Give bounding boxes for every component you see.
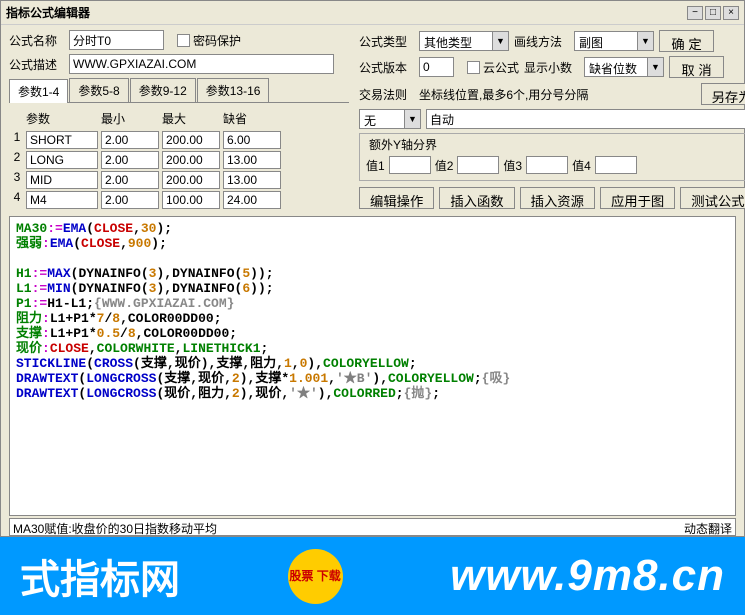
param-def-input[interactable] [223, 131, 281, 149]
coord-label: 坐标线位置,最多6个,用分号分隔 [419, 86, 696, 103]
tab-params-13-16[interactable]: 参数13-16 [197, 78, 270, 102]
password-label: 密码保护 [193, 32, 241, 49]
extra-axis-fieldset: 额外Y轴分界 值1 值2 值3 值4 [359, 133, 745, 181]
chevron-down-icon: ▼ [647, 58, 663, 76]
param-tabs: 参数1-4 参数5-8 参数9-12 参数13-16 [9, 78, 349, 103]
formula-desc-input[interactable] [69, 54, 334, 74]
window-title: 指标公式编辑器 [6, 4, 90, 21]
hdr-min: 最小 [101, 108, 159, 129]
top-form: 公式名称 密码保护 公式描述 参数1-4 参数5-8 参数9-12 参数13-1… [1, 25, 744, 214]
saveas-button[interactable]: 另存为 [701, 83, 745, 105]
tab-params-9-12[interactable]: 参数9-12 [130, 78, 196, 102]
v1-input[interactable] [389, 156, 431, 174]
insert-res-button[interactable]: 插入资源 [520, 187, 595, 209]
status-right: 动态翻译 [684, 520, 732, 534]
maximize-icon[interactable]: □ [705, 6, 721, 20]
hdr-def: 缺省 [223, 108, 281, 129]
row-num: 1 [11, 128, 23, 146]
draw-label: 画线方法 [514, 33, 569, 50]
v4-input[interactable] [595, 156, 637, 174]
trade-select1[interactable]: 无 ▼ [359, 109, 421, 129]
titlebar: 指标公式编辑器 − □ × [1, 1, 744, 25]
hdr-max: 最大 [162, 108, 220, 129]
edit-op-button[interactable]: 编辑操作 [359, 187, 434, 209]
v3-label: 值3 [503, 157, 522, 174]
watermark-banner: 式指标网 股票 下载 www.9m8.cn [0, 537, 745, 615]
param-min-input[interactable] [101, 131, 159, 149]
param-min-input[interactable] [101, 151, 159, 169]
coord-input[interactable] [426, 109, 745, 129]
param-def-input[interactable] [223, 151, 281, 169]
cloud-checkbox[interactable] [467, 61, 480, 74]
banner-url: www.9m8.cn [450, 551, 725, 601]
trade-label: 交易法则 [359, 86, 414, 103]
decimal-label: 显示小数 [524, 59, 579, 76]
test-button[interactable]: 测试公式 [680, 187, 745, 209]
param-def-input[interactable] [223, 191, 281, 209]
param-name-input[interactable] [26, 151, 98, 169]
row-num: 2 [11, 148, 23, 166]
insert-func-button[interactable]: 插入函数 [439, 187, 514, 209]
formula-editor-window: 指标公式编辑器 − □ × 公式名称 密码保护 公式描述 参数1-4 [0, 0, 745, 537]
row-num: 3 [11, 168, 23, 186]
tab-params-5-8[interactable]: 参数5-8 [69, 78, 128, 102]
chevron-down-icon: ▼ [637, 32, 653, 50]
desc-label: 公式描述 [9, 56, 64, 73]
v3-input[interactable] [526, 156, 568, 174]
cloud-label: 云公式 [483, 59, 519, 76]
formula-code-editor[interactable]: MA30:=EMA(CLOSE,30); 强弱:EMA(CLOSE,900); … [9, 216, 736, 516]
v2-label: 值2 [435, 157, 454, 174]
tab-params-1-4[interactable]: 参数1-4 [9, 79, 68, 103]
password-checkbox[interactable] [177, 34, 190, 47]
param-max-input[interactable] [162, 171, 220, 189]
banner-logo-icon: 股票 下载 [288, 549, 343, 604]
param-max-input[interactable] [162, 131, 220, 149]
status-bar: MA30赋值:收盘价的30日指数移动平均 动态翻译 [9, 518, 736, 536]
param-name-input[interactable] [26, 191, 98, 209]
param-min-input[interactable] [101, 191, 159, 209]
hdr-name: 参数 [26, 108, 98, 129]
row-num: 4 [11, 188, 23, 206]
banner-left: 式指标网 [20, 547, 180, 605]
v2-input[interactable] [457, 156, 499, 174]
param-def-input[interactable] [223, 171, 281, 189]
status-text: MA30赋值:收盘价的30日指数移动平均 [13, 520, 217, 534]
type-label: 公式类型 [359, 33, 414, 50]
apply-button[interactable]: 应用于图 [600, 187, 675, 209]
cancel-button[interactable]: 取 消 [669, 56, 724, 78]
minimize-icon[interactable]: − [687, 6, 703, 20]
decimal-select[interactable]: 缺省位数 ▼ [584, 57, 664, 77]
close-icon[interactable]: × [723, 6, 739, 20]
draw-select[interactable]: 副图 ▼ [574, 31, 654, 51]
formula-name-input[interactable] [69, 30, 164, 50]
param-name-input[interactable] [26, 131, 98, 149]
ver-label: 公式版本 [359, 59, 414, 76]
version-input[interactable] [419, 57, 454, 77]
chevron-down-icon: ▼ [404, 110, 420, 128]
name-label: 公式名称 [9, 32, 64, 49]
type-select[interactable]: 其他类型 ▼ [419, 31, 509, 51]
param-max-input[interactable] [162, 191, 220, 209]
chevron-down-icon: ▼ [492, 32, 508, 50]
param-table: 1 2 3 4 参数 最小 [9, 108, 349, 209]
ok-button[interactable]: 确 定 [659, 30, 714, 52]
param-max-input[interactable] [162, 151, 220, 169]
param-name-input[interactable] [26, 171, 98, 189]
extra-axis-title: 额外Y轴分界 [366, 136, 440, 153]
v4-label: 值4 [572, 157, 591, 174]
v1-label: 值1 [366, 157, 385, 174]
param-min-input[interactable] [101, 171, 159, 189]
